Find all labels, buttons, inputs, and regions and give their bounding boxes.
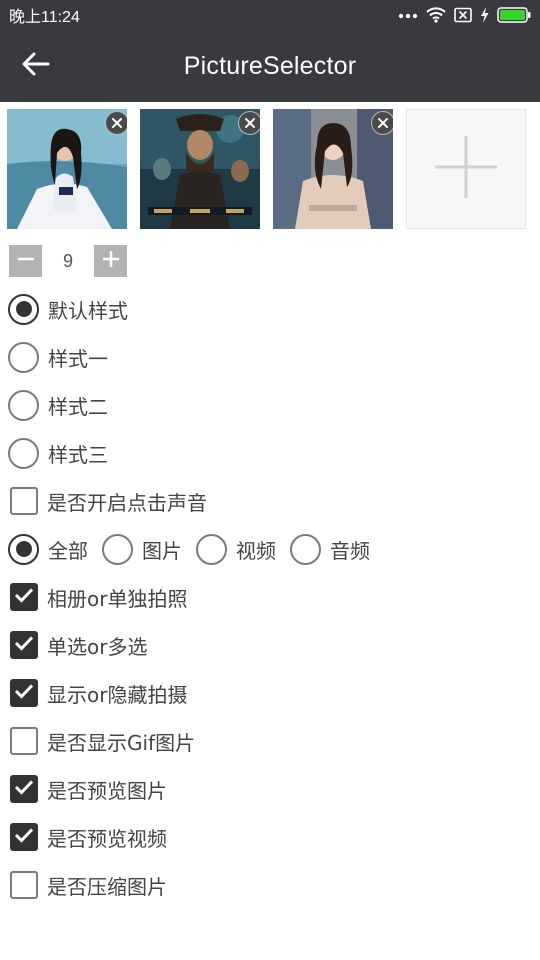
- close-circle-icon: [111, 114, 123, 133]
- remove-image-button[interactable]: [371, 111, 393, 135]
- click-sound-option[interactable]: 是否开启点击声音: [8, 484, 207, 518]
- option-label: 显示or隐藏拍摄: [47, 682, 188, 707]
- plus-icon: [433, 134, 499, 204]
- checkbox[interactable]: [10, 679, 38, 707]
- media-type-group: 全部 图片 视频 音频: [8, 532, 384, 566]
- checkbox[interactable]: [10, 775, 38, 803]
- radio-button[interactable]: [8, 437, 39, 469]
- option-label: 全部: [48, 538, 88, 563]
- wifi-icon: [426, 7, 446, 23]
- option-label: 样式一: [48, 346, 108, 371]
- option-label: 是否压缩图片: [47, 874, 167, 899]
- option-label: 样式三: [48, 442, 108, 467]
- add-image-button[interactable]: [406, 109, 526, 229]
- option-label: 音频: [330, 538, 370, 563]
- check-icon: [14, 779, 34, 799]
- option-label: 单选or多选: [47, 634, 148, 659]
- option-label: 是否预览图片: [47, 778, 167, 803]
- close-circle-icon: [377, 114, 389, 133]
- media-type-image[interactable]: 图片: [102, 533, 182, 565]
- option-compress-image[interactable]: 是否压缩图片: [8, 868, 167, 902]
- selected-images-grid: [7, 109, 526, 229]
- charging-icon: [480, 7, 489, 23]
- plus-icon: [102, 250, 120, 272]
- radio-button[interactable]: [196, 533, 227, 565]
- app-title: PictureSelector: [183, 52, 357, 80]
- radio-button[interactable]: [290, 533, 321, 565]
- media-type-all[interactable]: 全部: [8, 533, 88, 565]
- remove-image-button[interactable]: [238, 111, 260, 135]
- checkbox[interactable]: [10, 823, 38, 851]
- option-preview-video[interactable]: 是否预览视频: [8, 820, 167, 854]
- option-label: 是否开启点击声音: [47, 490, 207, 515]
- more-dots-icon: [398, 11, 418, 19]
- media-type-audio[interactable]: 音频: [290, 533, 370, 565]
- check-icon: [14, 635, 34, 655]
- max-count-stepper: 9: [9, 245, 127, 277]
- checkbox[interactable]: [10, 583, 38, 611]
- status-icons: [398, 7, 531, 23]
- radio-button[interactable]: [8, 389, 39, 421]
- minus-icon: [17, 250, 35, 272]
- option-label: 样式二: [48, 394, 108, 419]
- max-count-value: 9: [62, 250, 73, 271]
- checkbox[interactable]: [10, 631, 38, 659]
- status-bar: 晚上11:24: [0, 0, 540, 30]
- check-icon: [14, 683, 34, 703]
- style-option-default[interactable]: 默认样式: [8, 292, 128, 326]
- decrease-button[interactable]: [9, 245, 42, 277]
- media-type-video[interactable]: 视频: [196, 533, 276, 565]
- radio-button[interactable]: [8, 341, 39, 373]
- option-label: 是否预览视频: [47, 826, 167, 851]
- close-circle-icon: [244, 114, 256, 133]
- option-show-gif[interactable]: 是否显示Gif图片: [8, 724, 195, 758]
- image-thumbnail[interactable]: [140, 109, 260, 229]
- option-single-multi[interactable]: 单选or多选: [8, 628, 147, 662]
- option-label: 默认样式: [48, 298, 128, 323]
- radio-button[interactable]: [8, 533, 39, 565]
- option-label: 图片: [142, 538, 182, 563]
- check-icon: [14, 827, 34, 847]
- checkbox[interactable]: [10, 487, 38, 515]
- image-thumbnail[interactable]: [7, 109, 127, 229]
- radio-button[interactable]: [8, 293, 39, 325]
- radio-button[interactable]: [102, 533, 133, 565]
- option-show-camera[interactable]: 显示or隐藏拍摄: [8, 676, 187, 710]
- option-label: 视频: [236, 538, 276, 563]
- app-bar: PictureSelector: [0, 30, 540, 102]
- image-thumbnail[interactable]: [273, 109, 393, 229]
- option-label: 是否显示Gif图片: [47, 730, 196, 755]
- status-time: 晚上11:24: [9, 9, 80, 26]
- remove-image-button[interactable]: [105, 111, 127, 135]
- style-option-two[interactable]: 样式二: [8, 388, 108, 422]
- battery-icon: [497, 7, 531, 23]
- increase-button[interactable]: [94, 245, 127, 277]
- checkbox[interactable]: [10, 727, 38, 755]
- style-option-one[interactable]: 样式一: [8, 340, 108, 374]
- check-icon: [14, 587, 34, 607]
- option-preview-image[interactable]: 是否预览图片: [8, 772, 167, 806]
- option-label: 相册or单独拍照: [47, 586, 188, 611]
- no-sim-icon: [454, 7, 472, 23]
- checkbox[interactable]: [10, 871, 38, 899]
- style-option-three[interactable]: 样式三: [8, 436, 108, 470]
- option-camera-mode[interactable]: 相册or单独拍照: [8, 580, 187, 614]
